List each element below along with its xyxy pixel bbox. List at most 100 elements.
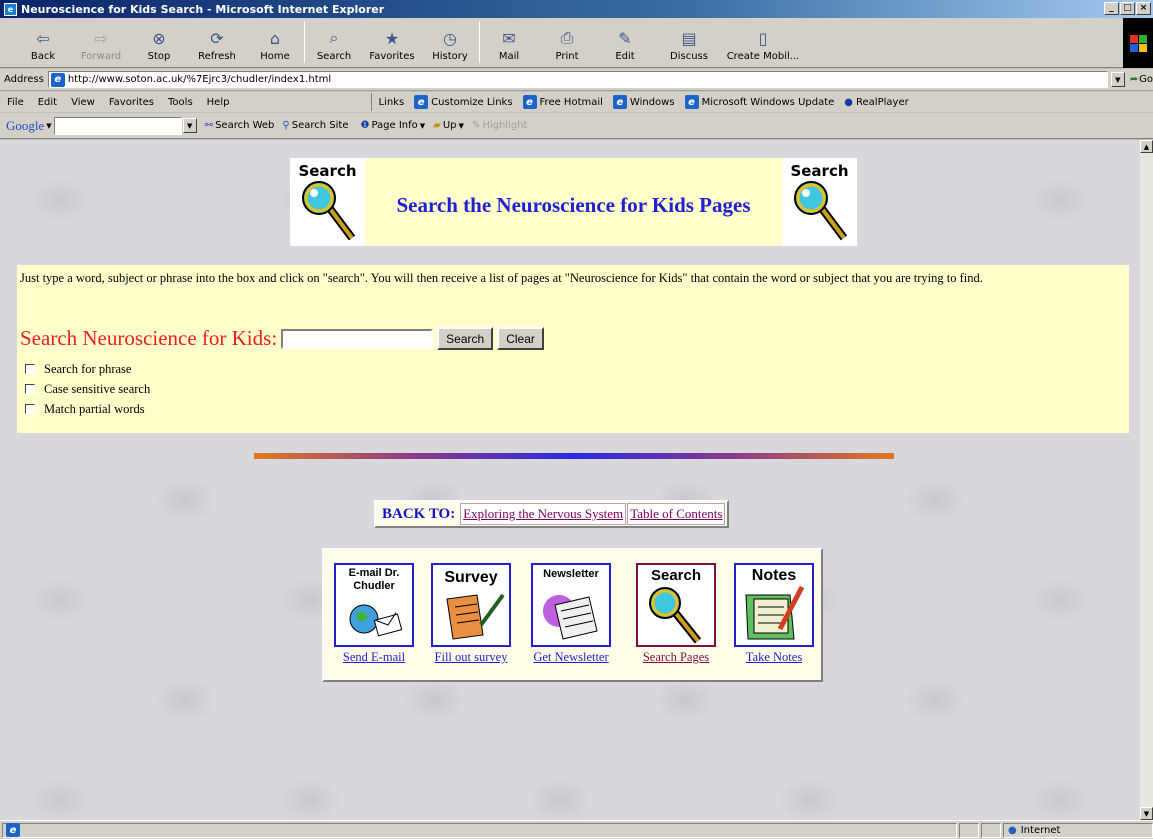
maximize-button[interactable]: □ bbox=[1120, 2, 1135, 15]
scroll-up-icon[interactable]: ▲ bbox=[1140, 140, 1153, 153]
notes-pencil-icon[interactable]: Notes bbox=[734, 563, 814, 647]
history-button[interactable]: ◷ History bbox=[421, 18, 479, 66]
menu-file[interactable]: File bbox=[0, 97, 31, 108]
stop-icon: ⊗ bbox=[152, 28, 166, 48]
up-button[interactable]: ▰ Up ▼ bbox=[433, 120, 464, 131]
vertical-scrollbar[interactable]: ▲ ▼ bbox=[1140, 140, 1153, 820]
stop-label: Stop bbox=[147, 51, 171, 62]
google-dropdown-icon[interactable]: ▼ bbox=[46, 122, 51, 130]
edit-button[interactable]: ✎ Edit bbox=[596, 18, 654, 66]
checkbox[interactable] bbox=[25, 404, 35, 414]
menu-help[interactable]: Help bbox=[200, 97, 237, 108]
address-input[interactable]: e http://www.soton.ac.uk/%7Ejrc3/chudler… bbox=[47, 71, 1108, 88]
search-label: Search bbox=[316, 51, 352, 62]
page-status-icon: e bbox=[6, 823, 20, 837]
home-label: Home bbox=[260, 51, 290, 62]
option-label: Case sensitive search bbox=[44, 381, 151, 396]
link-windows-update[interactable]: e Microsoft Windows Update bbox=[684, 95, 834, 109]
highlight-button[interactable]: ✎ Highlight bbox=[472, 120, 528, 131]
footer-nav: E-mail Dr. Chudler Send E-mail Survey Fi… bbox=[322, 548, 823, 682]
checkbox[interactable] bbox=[25, 384, 35, 394]
print-icon: ⎙ bbox=[560, 28, 574, 47]
nav-search[interactable]: Search Search Pages bbox=[636, 563, 716, 665]
checkbox[interactable] bbox=[25, 364, 35, 374]
back-label: Back bbox=[30, 51, 56, 62]
stop-button[interactable]: ⊗ Stop bbox=[130, 18, 188, 66]
close-button[interactable]: × bbox=[1136, 2, 1151, 15]
nav-newsletter-link[interactable]: Get Newsletter bbox=[533, 650, 608, 665]
nav-email-link[interactable]: Send E-mail bbox=[343, 650, 405, 665]
mail-button[interactable]: ✉ Mail bbox=[480, 18, 538, 66]
menu-edit[interactable]: Edit bbox=[31, 97, 64, 108]
divider-rule bbox=[254, 453, 894, 459]
survey-art bbox=[446, 593, 505, 640]
search-icon: ⌕ bbox=[329, 28, 339, 47]
link-windows[interactable]: e Windows bbox=[612, 95, 675, 109]
menu-tools[interactable]: Tools bbox=[161, 97, 200, 108]
google-search-input[interactable] bbox=[53, 116, 182, 135]
search-site-button[interactable]: ⚲ Search Site bbox=[282, 120, 348, 131]
nav-newsletter[interactable]: Newsletter Get Newsletter bbox=[531, 563, 611, 665]
link-customize-links[interactable]: e Customize Links bbox=[414, 95, 513, 109]
binoculars-icon: ⚯ bbox=[204, 120, 214, 131]
ie-window-icon: e bbox=[4, 2, 17, 16]
forward-button[interactable]: ⇨ Forward bbox=[72, 18, 130, 66]
email-globe-icon[interactable]: E-mail Dr. Chudler bbox=[334, 563, 414, 647]
go-button[interactable]: Go bbox=[1139, 74, 1153, 85]
search-panel: Just type a word, subject or phrase into… bbox=[17, 265, 1129, 433]
mail-icon: ✉ bbox=[502, 28, 516, 48]
google-logo[interactable]: Google bbox=[6, 118, 44, 134]
menu-favorites[interactable]: Favorites bbox=[102, 97, 161, 108]
link-free-hotmail[interactable]: e Free Hotmail bbox=[522, 95, 603, 109]
create-mobile-label: Create Mobil... bbox=[726, 51, 800, 62]
create-mobile-icon: ▯ bbox=[758, 28, 768, 48]
link-realplayer[interactable]: ● RealPlayer bbox=[844, 97, 908, 108]
newspaper-icon[interactable]: Newsletter bbox=[531, 563, 611, 647]
option-search-phrase[interactable]: Search for phrase bbox=[25, 359, 150, 379]
print-button[interactable]: ⎙ Print bbox=[538, 18, 596, 66]
refresh-button[interactable]: ⟳ Refresh bbox=[188, 18, 246, 66]
address-url: http://www.soton.ac.uk/%7Ejrc3/chudler/i… bbox=[67, 74, 332, 85]
search-button[interactable]: ⌕ Search bbox=[305, 18, 363, 66]
search-submit-button[interactable]: Search bbox=[437, 327, 494, 350]
nav-survey-link[interactable]: Fill out survey bbox=[435, 650, 508, 665]
minimize-button[interactable]: _ bbox=[1104, 2, 1119, 15]
link-exploring-nervous-system[interactable]: Exploring the Nervous System bbox=[460, 503, 627, 525]
page-info-button[interactable]: ❶ Page Info ▼ bbox=[360, 120, 425, 131]
nav-survey[interactable]: Survey Fill out survey bbox=[431, 563, 511, 665]
nav-notes-link[interactable]: Take Notes bbox=[746, 650, 802, 665]
notes-art bbox=[745, 585, 805, 640]
nav-notes[interactable]: Notes Take Notes bbox=[734, 563, 814, 665]
create-mobile-button[interactable]: ▯ Create Mobil... bbox=[724, 18, 802, 66]
edit-label: Edit bbox=[615, 51, 635, 62]
go-arrow-icon[interactable]: ➦ bbox=[1130, 74, 1138, 85]
scroll-down-icon[interactable]: ▼ bbox=[1140, 807, 1153, 820]
search-banner: Search Search the Neuroscience for Kids … bbox=[290, 158, 857, 246]
ie-page-icon: e bbox=[414, 95, 429, 109]
magnifier-icon[interactable]: Search bbox=[636, 563, 716, 647]
option-partial-words[interactable]: Match partial words bbox=[25, 399, 150, 419]
google-search-dropdown-icon[interactable]: ▼ bbox=[182, 118, 197, 133]
menu-view[interactable]: View bbox=[64, 97, 102, 108]
back-button[interactable]: ⇦ Back bbox=[14, 18, 72, 66]
ie-page-icon: e bbox=[612, 95, 627, 109]
page-info-label: Page Info bbox=[371, 120, 418, 131]
highlighter-icon: ✎ bbox=[471, 120, 481, 131]
discuss-label: Discuss bbox=[670, 51, 708, 62]
window-title: Neuroscience for Kids Search - Microsoft… bbox=[21, 2, 385, 16]
discuss-button[interactable]: ▤ Discuss bbox=[654, 18, 724, 66]
nav-email[interactable]: E-mail Dr. Chudler Send E-mail bbox=[334, 563, 414, 665]
ie-page-icon: e bbox=[684, 95, 699, 109]
standard-toolbar: ⇦ Back ⇨ Forward ⊗ Stop ⟳ Refresh ⌂ Home ⌕ Sea… bbox=[0, 18, 1153, 68]
favorites-button[interactable]: ★ Favorites bbox=[363, 18, 421, 66]
search-input[interactable] bbox=[281, 328, 434, 349]
nav-search-link[interactable]: Search Pages bbox=[643, 650, 709, 665]
address-dropdown-icon[interactable]: ▼ bbox=[1110, 72, 1125, 87]
search-web-button[interactable]: ⚯ Search Web bbox=[205, 120, 275, 131]
home-button[interactable]: ⌂ Home bbox=[246, 18, 304, 66]
option-case-sensitive[interactable]: Case sensitive search bbox=[25, 379, 150, 399]
link-table-of-contents[interactable]: Table of Contents bbox=[627, 503, 726, 525]
link-realplayer-label: RealPlayer bbox=[856, 96, 909, 108]
clear-button[interactable]: Clear bbox=[497, 327, 544, 350]
survey-scroll-icon[interactable]: Survey bbox=[431, 563, 511, 647]
